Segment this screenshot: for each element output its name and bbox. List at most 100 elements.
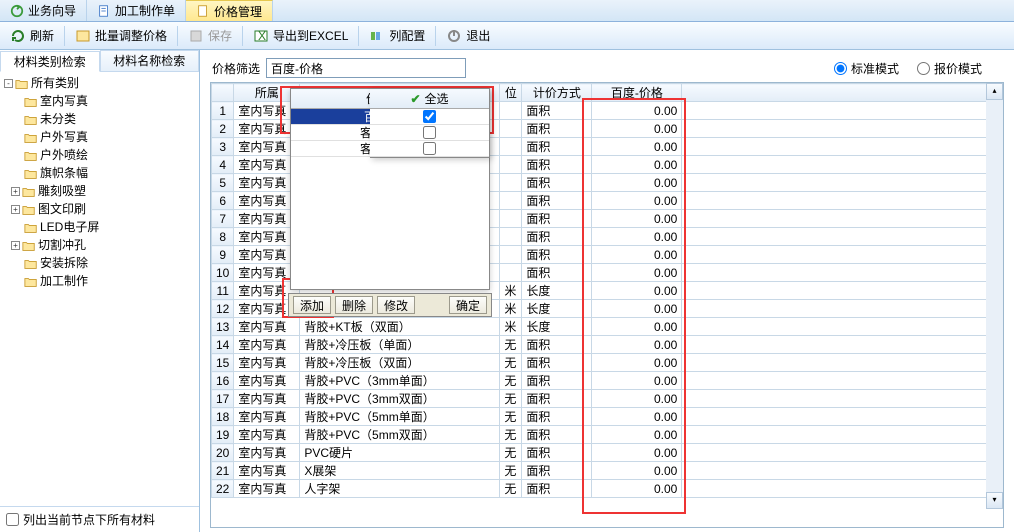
cell-calc[interactable]: 面积: [522, 408, 592, 426]
column-config-button[interactable]: 列配置: [365, 25, 429, 47]
cell-category[interactable]: 室内写真: [234, 408, 300, 426]
table-row[interactable]: 21室内写真X展架无面积0.00: [212, 462, 1003, 480]
cell-price[interactable]: 0.00: [592, 318, 682, 336]
mode-quote[interactable]: 报价模式: [917, 60, 982, 77]
cell-price[interactable]: 0.00: [592, 120, 682, 138]
price-checkbox[interactable]: [423, 110, 436, 123]
tab-business-guide[interactable]: 业务向导: [0, 0, 87, 21]
cell-calc[interactable]: 面积: [522, 228, 592, 246]
save-button[interactable]: 保存: [184, 25, 236, 47]
cell-unit[interactable]: 无: [500, 444, 522, 462]
cell-category[interactable]: 室内写真: [234, 318, 300, 336]
vertical-scrollbar[interactable]: ▴ ▾: [986, 83, 1003, 509]
cell-category[interactable]: 室内写真: [234, 354, 300, 372]
col-calc[interactable]: 计价方式: [522, 84, 592, 102]
popup-delete-button[interactable]: 删除: [335, 296, 373, 314]
cell-unit[interactable]: 无: [500, 390, 522, 408]
cell-name[interactable]: 背胶+冷压板（单面）: [300, 336, 500, 354]
popup-checkbox-row[interactable]: [370, 125, 489, 141]
cell-calc[interactable]: 面积: [522, 210, 592, 228]
exit-button[interactable]: 退出: [442, 25, 494, 47]
popup-checkbox-header[interactable]: 全选: [370, 89, 489, 109]
cell-calc[interactable]: 长度: [522, 282, 592, 300]
cell-unit[interactable]: 无: [500, 408, 522, 426]
cell-name[interactable]: 背胶+PVC（3mm双面）: [300, 390, 500, 408]
tree-item[interactable]: 加工制作: [24, 272, 195, 290]
cell-unit[interactable]: [500, 210, 522, 228]
popup-add-button[interactable]: 添加: [293, 296, 331, 314]
cell-price[interactable]: 0.00: [592, 138, 682, 156]
sidebar-tab-category[interactable]: 材料类别检索: [0, 51, 100, 72]
cell-unit[interactable]: 米: [500, 300, 522, 318]
cell-calc[interactable]: 面积: [522, 444, 592, 462]
cell-unit[interactable]: [500, 264, 522, 282]
cell-price[interactable]: 0.00: [592, 408, 682, 426]
cell-calc[interactable]: 面积: [522, 480, 592, 498]
cell-unit[interactable]: [500, 120, 522, 138]
cell-category[interactable]: 室内写真: [234, 336, 300, 354]
cell-calc[interactable]: 面积: [522, 156, 592, 174]
table-row[interactable]: 18室内写真背胶+PVC（5mm单面）无面积0.00: [212, 408, 1003, 426]
refresh-button[interactable]: 刷新: [6, 25, 58, 47]
cell-price[interactable]: 0.00: [592, 228, 682, 246]
tree-item[interactable]: 安装拆除: [24, 254, 195, 272]
tree-item[interactable]: 户外写真: [24, 128, 195, 146]
cell-price[interactable]: 0.00: [592, 444, 682, 462]
cell-calc[interactable]: 面积: [522, 354, 592, 372]
cell-calc[interactable]: 面积: [522, 192, 592, 210]
cell-calc[interactable]: 面积: [522, 390, 592, 408]
cell-unit[interactable]: 无: [500, 480, 522, 498]
cell-category[interactable]: 室内写真: [234, 372, 300, 390]
cell-unit[interactable]: [500, 174, 522, 192]
popup-edit-button[interactable]: 修改: [377, 296, 415, 314]
col-rownum[interactable]: [212, 84, 234, 102]
cell-unit[interactable]: 米: [500, 282, 522, 300]
cell-unit[interactable]: 无: [500, 336, 522, 354]
cell-name[interactable]: 背胶+冷压板（双面）: [300, 354, 500, 372]
tree-item[interactable]: LED电子屏: [24, 218, 195, 236]
cell-category[interactable]: 室内写真: [234, 462, 300, 480]
cell-name[interactable]: 背胶+PVC（3mm单面）: [300, 372, 500, 390]
col-price-baidu[interactable]: 百度-价格: [592, 84, 682, 102]
cell-unit[interactable]: 无: [500, 462, 522, 480]
tree-item[interactable]: 室内写真: [24, 92, 195, 110]
cell-price[interactable]: 0.00: [592, 300, 682, 318]
cell-price[interactable]: 0.00: [592, 282, 682, 300]
cell-price[interactable]: 0.00: [592, 390, 682, 408]
cell-unit[interactable]: 无: [500, 372, 522, 390]
cell-unit[interactable]: [500, 102, 522, 120]
popup-checkbox-row[interactable]: [370, 141, 489, 157]
cell-name[interactable]: 背胶+KT板（双面）: [300, 318, 500, 336]
tree-item[interactable]: +图文印刷: [11, 200, 195, 218]
cell-calc[interactable]: 面积: [522, 462, 592, 480]
col-unit[interactable]: 位: [500, 84, 522, 102]
table-row[interactable]: 22室内写真人字架无面积0.00: [212, 480, 1003, 498]
scroll-track[interactable]: [986, 100, 1003, 492]
tab-price-manage[interactable]: 价格管理: [186, 0, 273, 21]
price-filter-dropdown[interactable]: [266, 58, 466, 78]
cell-unit[interactable]: [500, 138, 522, 156]
list-all-checkbox[interactable]: [6, 513, 19, 526]
cell-unit[interactable]: 无: [500, 354, 522, 372]
cell-price[interactable]: 0.00: [592, 264, 682, 282]
cell-category[interactable]: 室内写真: [234, 426, 300, 444]
table-row[interactable]: 14室内写真背胶+冷压板（单面）无面积0.00: [212, 336, 1003, 354]
cell-price[interactable]: 0.00: [592, 336, 682, 354]
cell-price[interactable]: 0.00: [592, 462, 682, 480]
table-row[interactable]: 20室内写真PVC硬片无面积0.00: [212, 444, 1003, 462]
scroll-up-icon[interactable]: ▴: [986, 83, 1003, 100]
cell-unit[interactable]: 无: [500, 426, 522, 444]
cell-calc[interactable]: 面积: [522, 120, 592, 138]
export-excel-button[interactable]: X 导出到EXCEL: [249, 25, 352, 47]
cell-calc[interactable]: 长度: [522, 300, 592, 318]
tree-item[interactable]: 户外喷绘: [24, 146, 195, 164]
cell-name[interactable]: 背胶+PVC（5mm双面）: [300, 426, 500, 444]
table-row[interactable]: 15室内写真背胶+冷压板（双面）无面积0.00: [212, 354, 1003, 372]
table-row[interactable]: 13室内写真背胶+KT板（双面）米长度0.00: [212, 318, 1003, 336]
cell-price[interactable]: 0.00: [592, 174, 682, 192]
cell-category[interactable]: 室内写真: [234, 390, 300, 408]
popup-checkbox-row[interactable]: [370, 109, 489, 125]
table-row[interactable]: 19室内写真背胶+PVC（5mm双面）无面积0.00: [212, 426, 1003, 444]
cell-unit[interactable]: [500, 228, 522, 246]
cell-name[interactable]: 人字架: [300, 480, 500, 498]
